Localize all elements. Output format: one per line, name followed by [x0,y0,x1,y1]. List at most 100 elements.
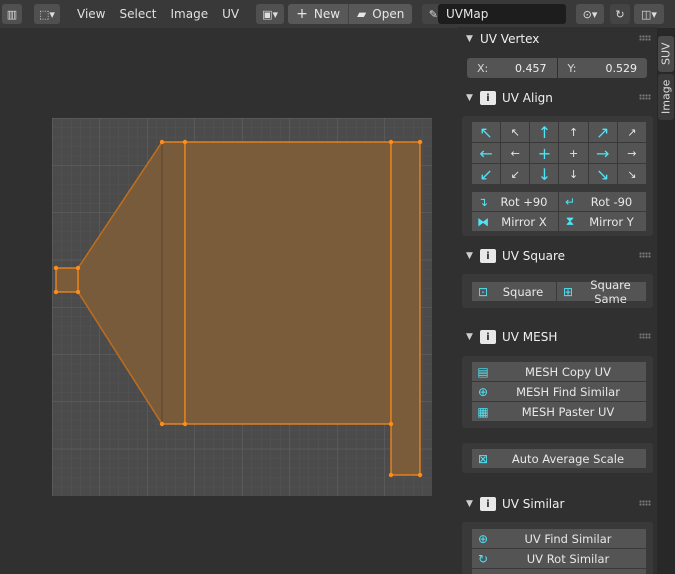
panel-title-uv-similar: UV Similar [502,497,565,511]
drag-grip-icon[interactable] [639,252,651,258]
align-bottom-left-icon[interactable]: ↙ [472,164,501,184]
sync-button[interactable]: ↻ [610,4,630,24]
uv-viewport[interactable] [0,28,458,574]
average-scale-icon: ⊠ [477,451,489,466]
panel-header-uv-vertex[interactable]: ▼ UV Vertex [458,27,657,51]
square-same-label: Square Same [590,277,631,306]
align-bottom-right-icon[interactable]: ↘ [588,164,617,184]
align-top-right-icon[interactable]: ↗ [588,122,617,142]
panel-header-uv-align[interactable]: ▼ i UV Align [458,86,657,110]
align-bottom-right-button[interactable]: ↘ [617,164,646,184]
panel-title-uv-align: UV Align [502,91,553,105]
mesh-copy-uv-button[interactable]: ▤ MESH Copy UV [472,362,646,381]
uv-rot-similar-label: UV Rot Similar [526,551,610,566]
sidebar-tabs: SUV Image [657,28,675,574]
panel-header-uv-square[interactable]: ▼ i UV Square [458,244,657,268]
paste-icon: ▦ [477,404,489,419]
mirror-y-button[interactable]: ⧗ Mirror Y [559,212,646,231]
open-image-button[interactable]: ▰ Open [348,4,413,24]
drag-grip-icon[interactable] [639,500,651,506]
square-label: Square [502,284,544,299]
collapse-arrow-icon: ▼ [466,499,473,509]
align-bottom-left-button[interactable]: ↙ [501,164,530,184]
menu-uv[interactable]: UV [215,0,246,28]
align-grid: ↖ ↖ ↑ ↑ ↗ ↗ ← ← + + → → ↙ ↙ ↓ ↓ ↘ ↘ [472,122,646,184]
mirror-y-label: Mirror Y [589,214,634,229]
select-mode-icon: ⬚▾ [39,7,55,21]
uv-island-strip[interactable] [390,141,421,476]
menu-select[interactable]: Select [112,0,163,28]
image-browse-dropdown[interactable]: ▣▾ [256,4,285,24]
align-left-icon[interactable]: ← [472,143,501,163]
align-top-left-button[interactable]: ↖ [501,122,530,142]
image-icon: ▣▾ [262,7,279,21]
align-right-button[interactable]: → [617,143,646,163]
tab-image[interactable]: Image [658,74,674,120]
tab-suv[interactable]: SUV [658,36,674,72]
sync-icon: ↻ [615,7,625,21]
copy-icon: ▤ [477,364,489,379]
align-top-left-icon[interactable]: ↖ [472,122,501,142]
auto-average-scale-label: Auto Average Scale [511,451,625,466]
uv-similar-next-button[interactable] [472,569,646,574]
snap-dropdown[interactable]: ◫▾ [634,4,664,24]
collapse-arrow-icon: ▼ [466,251,473,261]
mirror-y-icon: ⧗ [565,214,575,228]
menu-view[interactable]: View [70,0,112,28]
align-center-icon[interactable]: + [530,143,559,163]
auto-average-scale-button[interactable]: ⊠ Auto Average Scale [472,449,646,468]
mesh-paster-uv-label: MESH Paster UV [521,404,615,419]
panel-title-uv-vertex: UV Vertex [480,32,540,46]
editor-type-button[interactable]: ▥ [2,4,22,24]
mirror-x-label: Mirror X [501,214,547,229]
square-same-button[interactable]: ⊞ Square Same [557,278,646,306]
rotate-ccw-icon: ↵ [564,194,576,209]
mirror-x-icon: ⧓ [477,214,489,229]
rot-plus-90-button[interactable]: ↴ Rot +90 [472,192,558,211]
uvmap-name-field[interactable]: UVMap [438,4,566,24]
align-bottom-button[interactable]: ↓ [559,164,588,184]
pivot-dropdown[interactable]: ⊙▾ [576,4,604,24]
info-icon[interactable]: i [480,497,496,511]
new-image-button[interactable]: + New [288,4,349,24]
uv-vertex-x-field[interactable]: X: 0.457 [467,58,557,78]
align-top-icon[interactable]: ↑ [530,122,559,142]
square-same-icon: ⊞ [562,284,574,299]
mesh-find-similar-button[interactable]: ⊕ MESH Find Similar [472,382,646,401]
uv-island-small[interactable] [55,267,79,293]
menu-image[interactable]: Image [164,0,216,28]
info-icon[interactable]: i [480,91,496,105]
folder-icon: ▰ [357,7,367,21]
select-mode-dropdown[interactable]: ⬚▾ [34,4,60,24]
editor-type-icon: ▥ [6,7,18,21]
drag-grip-icon[interactable] [639,333,651,339]
snap-icon: ◫▾ [641,7,657,21]
panel-header-uv-mesh[interactable]: ▼ i UV MESH [458,325,657,349]
rot-minus-90-label: Rot -90 [590,194,633,209]
info-icon[interactable]: i [480,249,496,263]
align-bottom-icon[interactable]: ↓ [530,164,559,184]
mesh-paster-uv-button[interactable]: ▦ MESH Paster UV [472,402,646,421]
align-center-button[interactable]: + [559,143,588,163]
uv-find-similar-button[interactable]: ⊕ UV Find Similar [472,529,646,548]
uv-vertex-y-field[interactable]: Y: 0.529 [557,58,647,78]
panel-header-uv-similar[interactable]: ▼ i UV Similar [458,492,657,516]
align-top-button[interactable]: ↑ [559,122,588,142]
find-icon: ⊕ [477,384,489,399]
uv-rot-similar-button[interactable]: ↻ UV Rot Similar [472,549,646,568]
rot-minus-90-button[interactable]: ↵ Rot -90 [559,192,646,211]
info-icon[interactable]: i [480,330,496,344]
align-left-button[interactable]: ← [501,143,530,163]
mirror-x-button[interactable]: ⧓ Mirror X [472,212,558,231]
square-button[interactable]: ⊡ Square [472,282,556,301]
collapse-arrow-icon: ▼ [466,332,473,342]
align-right-icon[interactable]: → [588,143,617,163]
uv-grid-canvas[interactable] [52,118,432,496]
drag-grip-icon[interactable] [639,94,651,100]
align-top-right-button[interactable]: ↗ [617,122,646,142]
pivot-icon: ⊙▾ [582,7,598,21]
drag-grip-icon[interactable] [639,35,651,41]
rot-plus-90-label: Rot +90 [500,194,548,209]
rot-similar-icon: ↻ [477,551,489,566]
find-similar-icon: ⊕ [477,531,489,546]
